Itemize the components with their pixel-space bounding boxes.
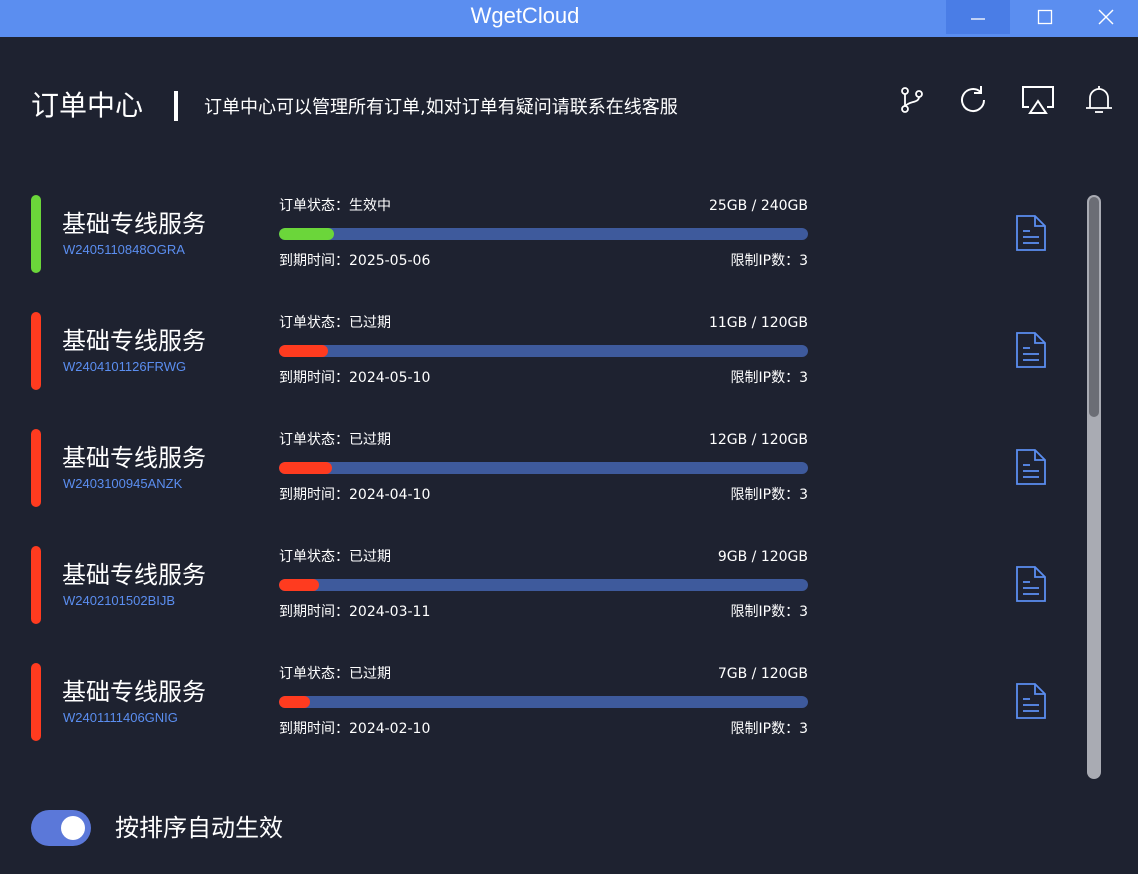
- ip-limit: 限制IP数：3: [730, 370, 808, 386]
- traffic-progress: [279, 228, 808, 240]
- branch-icon: [901, 87, 923, 113]
- order-id: W2402101502BIJB: [63, 593, 176, 608]
- close-button[interactable]: [1074, 0, 1138, 34]
- page-subtitle: 订单中心可以管理所有订单,如对订单有疑问请联系在线客服: [204, 97, 678, 118]
- order-detail-button[interactable]: [1013, 330, 1049, 370]
- traffic-progress-fill: [279, 579, 319, 591]
- order-id: W2404101126FRWG: [63, 359, 187, 374]
- order-detail-button[interactable]: [1013, 564, 1049, 604]
- page-title: 订单中心: [31, 89, 144, 122]
- order-row[interactable]: 基础专线服务 W2402101502BIJB 订单状态：已过期 9GB / 12…: [0, 536, 1080, 653]
- order-status: 订单状态：已过期: [279, 432, 391, 448]
- minimize-button[interactable]: [946, 0, 1010, 34]
- traffic-usage: 7GB / 120GB: [717, 666, 808, 682]
- document-icon: [1016, 332, 1046, 368]
- order-detail-button[interactable]: [1013, 681, 1049, 721]
- document-icon: [1016, 566, 1046, 602]
- order-id: W2405110848OGRA: [63, 242, 185, 257]
- status-line: 订单状态：生效中 25GB / 240GB: [279, 197, 808, 215]
- expire-date: 到期时间：2024-03-11: [279, 604, 431, 620]
- traffic-progress-fill: [279, 345, 328, 357]
- document-icon: [1016, 449, 1046, 485]
- cast-button[interactable]: [1019, 83, 1057, 117]
- expire-line: 到期时间：2024-04-10 限制IP数：3: [279, 486, 808, 504]
- order-status: 订单状态：已过期: [279, 315, 391, 331]
- order-detail-button[interactable]: [1013, 213, 1049, 253]
- order-detail-button[interactable]: [1013, 447, 1049, 487]
- traffic-progress-fill: [279, 462, 332, 474]
- close-icon: [1098, 9, 1114, 25]
- auto-activate-toggle[interactable]: [31, 810, 91, 846]
- ip-limit: 限制IP数：3: [730, 253, 808, 269]
- maximize-icon: [1037, 9, 1053, 25]
- traffic-progress: [279, 579, 808, 591]
- traffic-usage: 12GB / 120GB: [708, 432, 808, 448]
- minimize-icon: [971, 18, 985, 20]
- expire-date: 到期时间：2024-05-10: [279, 370, 431, 386]
- traffic-progress-fill: [279, 696, 310, 708]
- cast-icon: [1022, 86, 1054, 114]
- expire-date: 到期时间：2024-02-10: [279, 721, 431, 737]
- order-status: 订单状态：已过期: [279, 549, 391, 565]
- order-row[interactable]: 基础专线服务 W2404101126FRWG 订单状态：已过期 11GB / 1…: [0, 302, 1080, 419]
- refresh-icon: [961, 86, 986, 113]
- expire-line: 到期时间：2024-05-10 限制IP数：3: [279, 369, 808, 387]
- traffic-progress-fill: [279, 228, 335, 240]
- title-bar: WgetCloud: [0, 0, 1138, 37]
- ip-limit: 限制IP数：3: [730, 604, 808, 620]
- header-divider: [174, 91, 178, 121]
- service-name: 基础专线服务: [62, 327, 206, 355]
- status-line: 订单状态：已过期 12GB / 120GB: [279, 431, 808, 449]
- status-line: 订单状态：已过期 9GB / 120GB: [279, 548, 808, 566]
- status-indicator: [31, 546, 41, 624]
- traffic-usage: 9GB / 120GB: [717, 549, 808, 565]
- service-name: 基础专线服务: [62, 561, 206, 589]
- traffic-usage: 25GB / 240GB: [708, 198, 808, 214]
- scrollbar-thumb[interactable]: [1089, 197, 1099, 417]
- bell-icon: [1086, 86, 1112, 113]
- service-name: 基础专线服务: [62, 678, 206, 706]
- ip-limit: 限制IP数：3: [730, 487, 808, 503]
- status-indicator: [31, 663, 41, 741]
- expire-date: 到期时间：2025-05-06: [279, 253, 431, 269]
- expire-line: 到期时间：2025-05-06 限制IP数：3: [279, 252, 808, 270]
- scrollbar[interactable]: [1087, 195, 1101, 779]
- order-id: W2403100945ANZK: [63, 476, 183, 491]
- status-indicator: [31, 195, 41, 273]
- branch-button[interactable]: [895, 83, 929, 117]
- document-icon: [1016, 683, 1046, 719]
- order-status: 订单状态：已过期: [279, 666, 391, 682]
- traffic-progress: [279, 696, 808, 708]
- order-id: W2401111406GNIG: [63, 710, 178, 725]
- status-line: 订单状态：已过期 7GB / 120GB: [279, 665, 808, 683]
- service-name: 基础专线服务: [62, 444, 206, 472]
- status-indicator: [31, 429, 41, 507]
- document-icon: [1016, 215, 1046, 251]
- refresh-button[interactable]: [956, 83, 990, 117]
- order-row[interactable]: 基础专线服务 W2401111406GNIG 订单状态：已过期 7GB / 12…: [0, 653, 1080, 770]
- status-line: 订单状态：已过期 11GB / 120GB: [279, 314, 808, 332]
- status-indicator: [31, 312, 41, 390]
- order-row[interactable]: 基础专线服务 W2405110848OGRA 订单状态：生效中 25GB / 2…: [0, 185, 1080, 302]
- traffic-progress: [279, 462, 808, 474]
- service-name: 基础专线服务: [62, 210, 206, 238]
- order-status: 订单状态：生效中: [279, 198, 391, 214]
- traffic-usage: 11GB / 120GB: [708, 315, 808, 331]
- toggle-knob: [61, 816, 85, 840]
- expire-line: 到期时间：2024-02-10 限制IP数：3: [279, 720, 808, 738]
- expire-date: 到期时间：2024-04-10: [279, 487, 431, 503]
- notification-button[interactable]: [1082, 83, 1116, 117]
- expire-line: 到期时间：2024-03-11 限制IP数：3: [279, 603, 808, 621]
- traffic-progress: [279, 345, 808, 357]
- auto-activate-label: 按排序自动生效: [115, 814, 283, 842]
- order-list: 基础专线服务 W2405110848OGRA 订单状态：生效中 25GB / 2…: [0, 185, 1080, 770]
- ip-limit: 限制IP数：3: [730, 721, 808, 737]
- maximize-button[interactable]: [1013, 0, 1077, 34]
- order-row[interactable]: 基础专线服务 W2403100945ANZK 订单状态：已过期 12GB / 1…: [0, 419, 1080, 536]
